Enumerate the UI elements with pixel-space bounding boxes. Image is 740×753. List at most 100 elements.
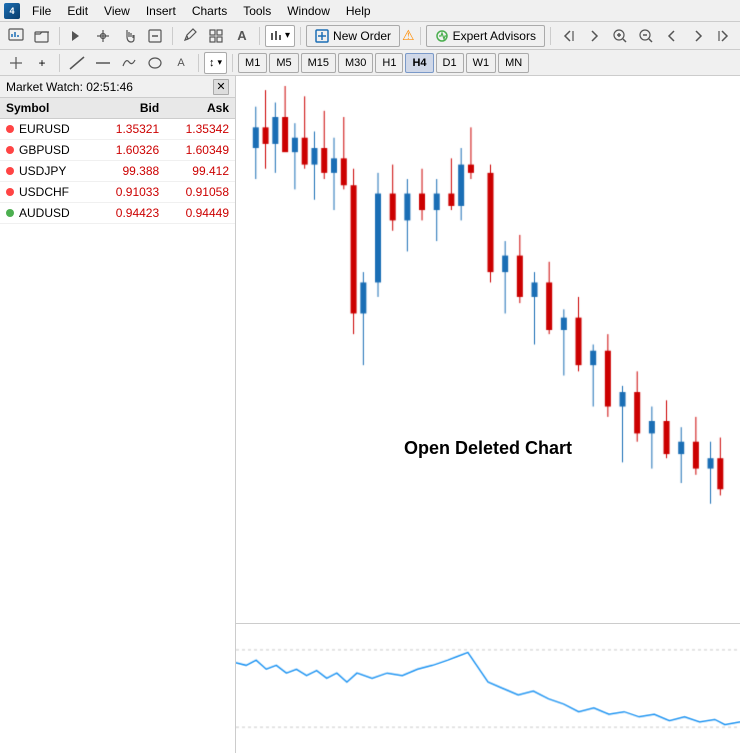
symbol-name: USDCHF [19,185,69,199]
menu-help[interactable]: Help [338,2,379,20]
candlestick-chart [236,76,740,623]
zoom-in-btn[interactable] [608,25,632,47]
sep6 [550,27,551,45]
bid-value: 99.388 [95,161,165,182]
bid-value: 0.91033 [95,182,165,203]
expert-advisors-button[interactable]: Expert Advisors [426,25,545,47]
timeframe-group: M1 M5 M15 M30 H1 H4 D1 W1 MN [238,53,529,73]
symbol-name: USDJPY [19,164,66,178]
symbol-name: AUDUSD [19,206,70,220]
tf-h1[interactable]: H1 [375,53,403,73]
chart-left-btn[interactable] [660,25,684,47]
symbol-name: EURUSD [19,122,70,136]
tf-d1[interactable]: D1 [436,53,464,73]
chart-right-btn[interactable] [686,25,710,47]
menu-file[interactable]: File [24,2,59,20]
chart-scroll-left[interactable] [556,25,580,47]
sep-tf3 [232,54,233,72]
main-chart[interactable]: Open Deleted Chart [236,76,740,623]
symbol-cell: GBPUSD [0,140,95,161]
alert-icon: ⚠ [402,27,415,44]
symbol-indicator [6,146,14,154]
menu-charts[interactable]: Charts [184,2,235,20]
main-area: Market Watch: 02:51:46 ✕ Symbol Bid Ask … [0,76,740,753]
plus-cursor-btn[interactable]: + [30,52,54,74]
symbol-indicator [6,188,14,196]
market-watch-panel: Market Watch: 02:51:46 ✕ Symbol Bid Ask … [0,76,236,753]
menu-tools[interactable]: Tools [235,2,279,20]
market-watch-header: Market Watch: 02:51:46 ✕ [0,76,235,98]
symbol-cell: EURUSD [0,119,95,140]
bid-value: 1.60326 [95,140,165,161]
col-symbol: Symbol [0,98,95,119]
sep3 [259,27,260,45]
menu-view[interactable]: View [96,2,138,20]
line-tool[interactable] [65,52,89,74]
crosshair-cursor-btn[interactable] [4,52,28,74]
sep-tf1 [59,54,60,72]
period-dropdown[interactable]: ↕▾ [204,52,227,74]
zoom-out-btn[interactable] [634,25,658,47]
sep-tf2 [198,54,199,72]
tf-w1[interactable]: W1 [466,53,497,73]
market-watch-row[interactable]: USDCHF 0.91033 0.91058 [0,182,235,203]
indicator-chart [236,624,740,753]
bid-value: 0.94423 [95,203,165,224]
ask-value: 0.94449 [165,203,235,224]
chart-type-dropdown[interactable]: ▾ [265,25,295,47]
symbol-name: GBPUSD [19,143,70,157]
market-watch-row[interactable]: EURUSD 1.35321 1.35342 [0,119,235,140]
text-label-tool[interactable]: A [169,52,193,74]
col-ask: Ask [165,98,235,119]
chart-area[interactable]: Open Deleted Chart [236,76,740,753]
market-watch-row[interactable]: GBPUSD 1.60326 1.60349 [0,140,235,161]
symbol-indicator [6,125,14,133]
indicator-panel [236,623,740,753]
tf-m30[interactable]: M30 [338,53,373,73]
chart-scroll-right[interactable] [582,25,606,47]
menu-window[interactable]: Window [279,2,338,20]
ellipse-tool[interactable] [143,52,167,74]
symbol-cell: USDJPY [0,161,95,182]
market-watch-table: Symbol Bid Ask EURUSD 1.35321 1.35342 GB… [0,98,235,224]
ask-value: 99.412 [165,161,235,182]
col-bid: Bid [95,98,165,119]
symbol-cell: AUDUSD [0,203,95,224]
main-toolbar: A ▾ New Order ⚠ Expert Advisors [0,22,740,50]
tf-m5[interactable]: M5 [269,53,298,73]
market-watch-close-btn[interactable]: ✕ [213,79,229,95]
sep5 [420,27,421,45]
zoom-btn[interactable] [143,25,167,47]
tf-m1[interactable]: M1 [238,53,267,73]
market-watch-title: Market Watch: 02:51:46 [6,80,133,94]
open-deleted-label: Open Deleted Chart [404,438,572,459]
arrow-tool[interactable] [65,25,89,47]
tf-mn[interactable]: MN [498,53,529,73]
market-watch-row[interactable]: USDJPY 99.388 99.412 [0,161,235,182]
menu-insert[interactable]: Insert [138,2,184,20]
sep1 [59,27,60,45]
drawing-timeframe-toolbar: + A ↕▾ M1 M5 M15 M30 H1 H4 D1 W1 MN [0,50,740,76]
new-order-label: New Order [333,29,391,43]
draw-tool[interactable] [117,52,141,74]
symbol-indicator [6,209,14,217]
ask-value: 1.35342 [165,119,235,140]
new-chart-btn[interactable] [4,25,28,47]
pencil-tool[interactable] [178,25,202,47]
market-watch-row[interactable]: AUDUSD 0.94423 0.94449 [0,203,235,224]
sep2 [172,27,173,45]
tf-m15[interactable]: M15 [301,53,336,73]
ask-value: 0.91058 [165,182,235,203]
horizontal-line-tool[interactable] [91,52,115,74]
bid-value: 1.35321 [95,119,165,140]
text-tool[interactable]: A [230,25,254,47]
tf-h4[interactable]: H4 [405,53,433,73]
new-order-button[interactable]: New Order [306,25,400,47]
crosshair-tool[interactable] [91,25,115,47]
chart-end-btn[interactable] [712,25,736,47]
menu-edit[interactable]: Edit [59,2,96,20]
grid-tool[interactable] [204,25,228,47]
open-btn[interactable] [30,25,54,47]
symbol-indicator [6,167,14,175]
hand-tool[interactable] [117,25,141,47]
